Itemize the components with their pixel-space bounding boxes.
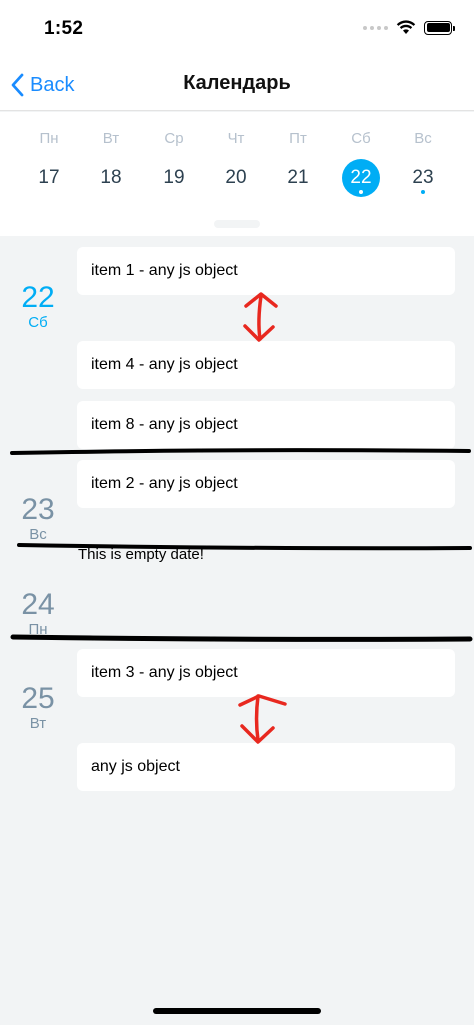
agenda-item-card[interactable]: item 2 - any js object [77, 460, 455, 508]
cellular-signal-icon [363, 25, 388, 30]
agenda-date-weekday: Сб [28, 314, 48, 331]
event-marker-dot [359, 190, 363, 194]
week-day-name: Ср [164, 130, 184, 147]
empty-date-text: This is empty date! [78, 546, 204, 563]
event-marker-dot [421, 190, 425, 194]
week-day-tue[interactable]: Вт 18 [81, 112, 141, 212]
week-day-name: Пт [289, 130, 307, 147]
status-time: 1:52 [44, 18, 84, 39]
week-day-number: 20 [225, 167, 247, 188]
week-day-number: 21 [287, 167, 309, 188]
week-day-thu[interactable]: Чт 20 [206, 112, 266, 212]
agenda-item-card[interactable]: item 4 - any js object [77, 341, 455, 389]
week-day-fri[interactable]: Пт 21 [268, 112, 328, 212]
week-day-name: Чт [227, 130, 245, 147]
week-day-number: 18 [100, 167, 122, 188]
agenda-list[interactable]: 22 Сб 23 Вс 24 Пн 25 Вт item 1 - any js … [0, 236, 474, 1025]
status-bar: 1:52 [0, 0, 474, 60]
week-day-name: Сб [351, 130, 371, 147]
week-day-name: Пн [39, 130, 59, 147]
week-day-name: Вс [414, 130, 432, 147]
agenda-date-number: 25 [21, 682, 55, 715]
agenda-date-24: 24 Пн [0, 589, 76, 639]
nav-bar: Back Календарь [0, 60, 474, 111]
status-icons [363, 20, 455, 35]
agenda-item-card[interactable]: item 1 - any js object [77, 247, 455, 295]
agenda-item-card[interactable]: any js object [77, 743, 455, 791]
agenda-date-25: 25 Вт [0, 683, 76, 733]
agenda-item-card[interactable]: item 3 - any js object [77, 649, 455, 697]
home-indicator[interactable] [153, 1008, 321, 1014]
agenda-date-22: 22 Сб [0, 282, 76, 332]
week-day-number: 19 [163, 167, 185, 188]
page-title: Календарь [183, 72, 291, 94]
agenda-date-weekday: Пн [28, 621, 48, 638]
agenda-date-weekday: Вс [29, 526, 47, 543]
week-day-name: Вт [102, 130, 120, 147]
agenda-date-number: 24 [21, 588, 55, 621]
week-day-sat[interactable]: Сб 22 [331, 112, 391, 212]
agenda-item-card[interactable]: item 8 - any js object [77, 401, 455, 449]
agenda-date-weekday: Вт [29, 715, 47, 732]
agenda-date-23: 23 Вс [0, 494, 76, 544]
week-day-number: 17 [38, 167, 60, 188]
agenda-date-number: 22 [21, 281, 55, 314]
week-calendar-strip: Пн 17 Вт 18 Ср 19 Чт 20 Пт 21 Сб 22 Вс 2… [0, 112, 474, 236]
wifi-icon [396, 20, 416, 34]
battery-icon [424, 20, 455, 35]
week-day-mon[interactable]: Пн 17 [19, 112, 79, 212]
week-day-wed[interactable]: Ср 19 [144, 112, 204, 212]
agenda-date-number: 23 [21, 493, 55, 526]
week-day-sun[interactable]: Вс 23 [393, 112, 453, 212]
calendar-drag-knob[interactable] [214, 220, 260, 228]
